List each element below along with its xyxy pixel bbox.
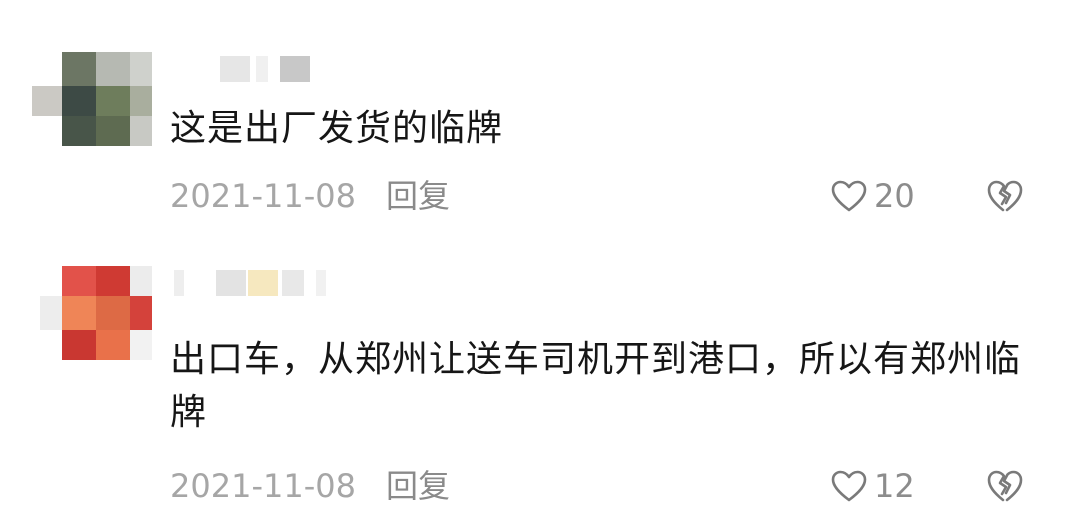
broken-heart-icon[interactable] (986, 178, 1024, 214)
username-blurred[interactable] (170, 56, 330, 82)
like-count: 12 (874, 467, 915, 505)
like-count: 20 (874, 177, 915, 215)
username-blurred[interactable] (170, 270, 330, 296)
reply-button[interactable]: 回复 (386, 176, 450, 216)
like-button[interactable]: 20 (830, 176, 915, 216)
reply-button[interactable]: 回复 (386, 466, 450, 506)
broken-heart-icon[interactable] (986, 468, 1024, 504)
comment-meta: 2021-11-08 回复 20 (170, 176, 1030, 216)
avatar[interactable] (32, 266, 152, 366)
comment-text: 这是出厂发货的临牌 (170, 108, 504, 149)
comment-list: 这是出厂发货的临牌 2021-11-08 回复 20 出口车，从郑州让送车司机开… (0, 0, 1080, 523)
comment-text: 出口车，从郑州让送车司机开到港口，所以有郑州临牌 (170, 339, 1022, 433)
comment-item: 这是出厂发货的临牌 2021-11-08 回复 20 (0, 0, 1080, 240)
heart-icon (831, 470, 867, 502)
comment-date: 2021-11-08 (170, 467, 356, 505)
like-button[interactable]: 12 (830, 466, 915, 506)
avatar[interactable] (32, 52, 152, 152)
comment-meta: 2021-11-08 回复 12 (170, 466, 1030, 506)
comment-date: 2021-11-08 (170, 177, 356, 215)
heart-icon (831, 180, 867, 212)
comment-item: 出口车，从郑州让送车司机开到港口，所以有郑州临牌 2021-11-08 回复 1… (0, 240, 1080, 523)
